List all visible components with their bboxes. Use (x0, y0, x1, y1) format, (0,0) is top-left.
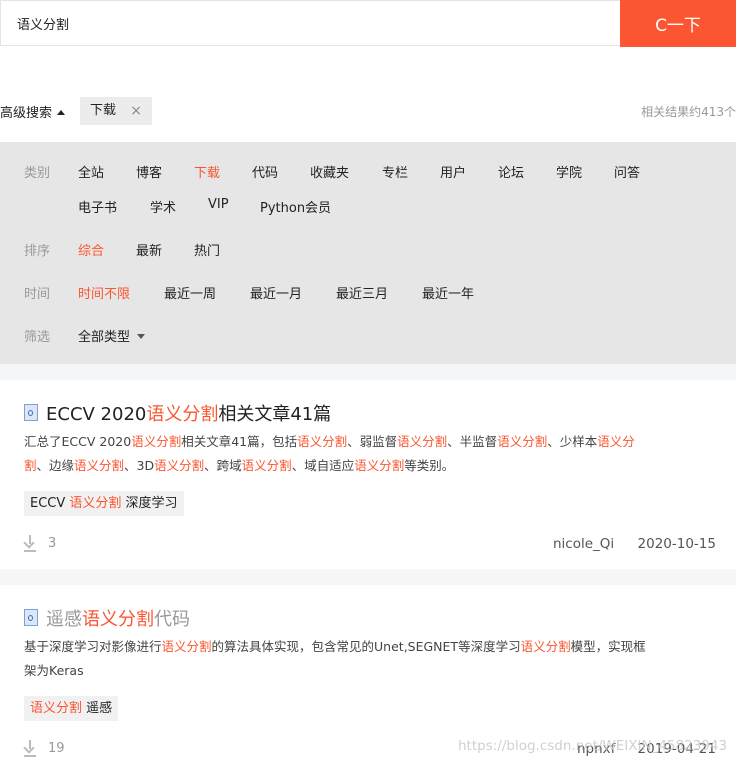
result-title[interactable]: 遥感语义分割代码 (24, 605, 190, 631)
watermark: https://blog.csdn.net/WEIXIN_45823943 (458, 738, 728, 754)
desc-highlight: 语义分 (597, 434, 635, 449)
download-count-value: 3 (48, 536, 57, 551)
download-count-value: 19 (48, 741, 65, 756)
tag-text: ECCV (30, 496, 70, 511)
filter-label-category: 类别 (24, 166, 51, 181)
desc-highlight: 语义分割 (520, 639, 571, 654)
result-description: 基于深度学习对影像进行语义分割的算法具体实现，包含常见的Unet,SEGNET等… (24, 635, 714, 683)
category-option-vip[interactable]: VIP (208, 197, 229, 212)
desc-text: 相关文章41篇，包括 (181, 434, 298, 449)
category-option-column[interactable]: 专栏 (382, 162, 408, 181)
desc-text: 的算法具体实现，包含常见的Unet,SEGNET等深度学习 (211, 639, 521, 654)
result-count: 相关结果约413个 (641, 105, 736, 119)
caret-up-icon (57, 110, 66, 115)
title-text: 相关文章41篇 (218, 404, 332, 425)
time-option-last-week[interactable]: 最近一周 (164, 283, 216, 302)
search-input[interactable] (0, 0, 620, 46)
filter-panel: 类别 全站 博客 下载 代码 收藏夹 专栏 用户 论坛 学院 问答 电子书 学术… (0, 142, 736, 364)
desc-text: 汇总了ECCV 2020 (24, 434, 132, 449)
result-tags[interactable]: ECCV 语义分割 深度学习 (24, 491, 184, 516)
desc-highlight: 语义分割 (297, 434, 348, 449)
document-icon (24, 609, 38, 626)
time-option-last-three-months[interactable]: 最近三月 (336, 283, 388, 302)
category-option-academy[interactable]: 学院 (556, 162, 582, 181)
desc-text: 基于深度学习对影像进行 (24, 639, 162, 654)
desc-highlight: 语义分割 (354, 458, 405, 473)
advanced-search-label: 高级搜索 (0, 106, 53, 121)
filter-label-time: 时间 (24, 287, 51, 302)
sort-option-comprehensive[interactable]: 综合 (78, 240, 104, 259)
category-option-code[interactable]: 代码 (252, 162, 278, 181)
result-author[interactable]: nicole_Qi (553, 536, 614, 552)
time-option-last-month[interactable]: 最近一月 (250, 283, 302, 302)
type-dropdown[interactable]: 全部类型 (78, 326, 146, 345)
advanced-search-toggle[interactable]: 高级搜索 (0, 102, 66, 121)
desc-text: 、弱监督 (347, 434, 398, 449)
desc-highlight: 语义分割 (161, 639, 212, 654)
desc-text: 、半监督 (447, 434, 498, 449)
desc-highlight: 割 (24, 458, 37, 473)
desc-text: 架为Keras (24, 663, 84, 678)
filter-label-sort: 排序 (24, 244, 51, 259)
desc-text: 等类别。 (404, 458, 455, 473)
result-card: ECCV 2020语义分割相关文章41篇 汇总了ECCV 2020语义分割相关文… (0, 380, 736, 569)
title-highlight: 语义分割 (82, 609, 154, 630)
download-icon (24, 740, 36, 757)
search-button[interactable]: C一下 (620, 0, 736, 47)
document-icon (24, 404, 38, 421)
result-tags[interactable]: 语义分割 遥感 (24, 696, 119, 721)
desc-highlight: 语义分割 (131, 434, 182, 449)
title-highlight: 语义分割 (146, 404, 219, 425)
desc-highlight: 语义分割 (397, 434, 448, 449)
download-icon (24, 535, 36, 552)
title-text: 遥感 (46, 609, 82, 630)
close-icon[interactable]: × (130, 97, 142, 125)
title-text: ECCV 2020 (46, 404, 147, 425)
sort-option-newest[interactable]: 最新 (136, 240, 162, 259)
result-date: 2020-10-15 (637, 536, 716, 552)
sort-option-hot[interactable]: 热门 (194, 240, 220, 259)
time-option-unlimited[interactable]: 时间不限 (78, 283, 130, 302)
category-option-qa[interactable]: 问答 (614, 162, 640, 181)
filter-label-type: 筛选 (24, 330, 51, 345)
active-filter-label: 下载 (90, 103, 117, 118)
download-count: 19 (24, 740, 65, 757)
category-option-blog[interactable]: 博客 (136, 162, 162, 181)
desc-highlight: 语义分割 (154, 458, 205, 473)
spacer (0, 47, 736, 70)
time-option-last-year[interactable]: 最近一年 (422, 283, 474, 302)
desc-text: 、域自适应 (291, 458, 355, 473)
tag-text: 遥感 (82, 701, 113, 716)
type-dropdown-value: 全部类型 (78, 330, 131, 345)
desc-text: 、少样本 (547, 434, 598, 449)
tag-text: 深度学习 (121, 496, 178, 511)
tag-highlight: 语义分割 (30, 701, 83, 716)
desc-text: 、3D (124, 458, 155, 473)
category-option-ebook[interactable]: 电子书 (78, 197, 117, 216)
result-title[interactable]: ECCV 2020语义分割相关文章41篇 (24, 400, 331, 426)
category-option-forum[interactable]: 论坛 (498, 162, 524, 181)
desc-text: 、跨域 (204, 458, 242, 473)
desc-highlight: 语义分割 (497, 434, 548, 449)
chevron-down-icon (137, 334, 146, 339)
category-option-all-site[interactable]: 全站 (78, 162, 104, 181)
category-option-download[interactable]: 下载 (194, 162, 220, 181)
download-count: 3 (24, 535, 57, 552)
category-option-user[interactable]: 用户 (440, 162, 466, 181)
search-bar: C一下 (0, 0, 736, 47)
tag-highlight: 语义分割 (69, 496, 122, 511)
category-option-python-member[interactable]: Python会员 (260, 197, 331, 216)
desc-highlight: 语义分割 (241, 458, 292, 473)
title-text: 代码 (154, 609, 190, 630)
result-description: 汇总了ECCV 2020语义分割相关文章41篇，包括语义分割、弱监督语义分割、半… (24, 430, 714, 478)
desc-highlight: 语义分割 (74, 458, 125, 473)
category-option-academic[interactable]: 学术 (150, 197, 176, 216)
active-filter-tag: 下载 × (80, 97, 152, 125)
desc-text: 、边缘 (36, 458, 75, 473)
category-option-favorites[interactable]: 收藏夹 (310, 162, 349, 181)
desc-text: 模型，实现框 (570, 639, 646, 654)
advanced-search-bar: 高级搜索 下载 × 相关结果约413个 (0, 70, 736, 142)
